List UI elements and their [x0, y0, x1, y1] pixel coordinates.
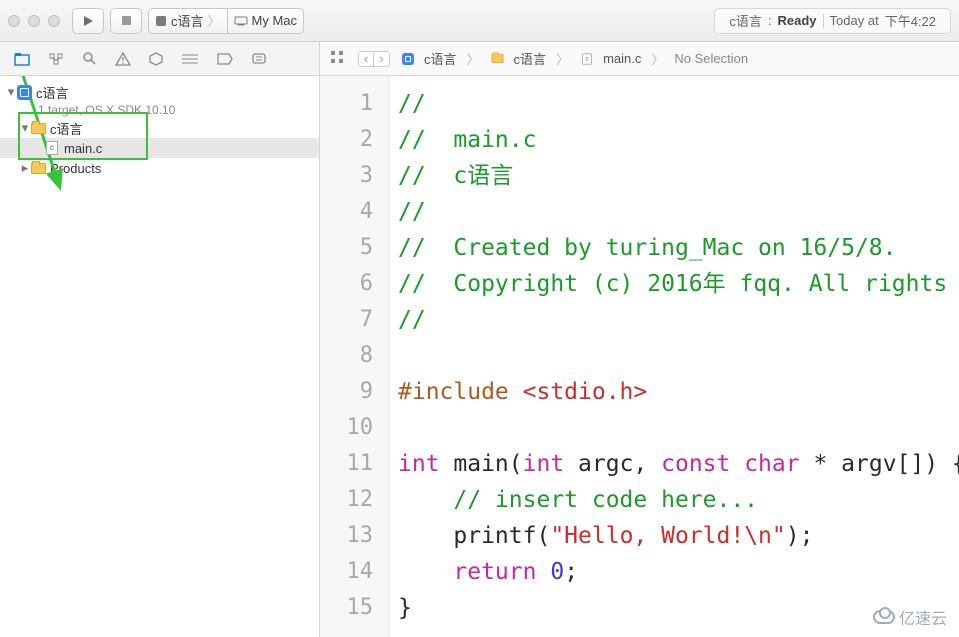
scheme-destination[interactable]: My Mac [228, 8, 305, 34]
find-navigator-tab[interactable] [82, 51, 97, 66]
forward-button[interactable]: › [374, 51, 390, 67]
jumpbar-folder[interactable]: c语言 [490, 49, 547, 68]
code-area[interactable]: //// main.c// c语言//// Created by turing_… [390, 76, 959, 637]
disclosure-triangle-icon[interactable]: ▾ [20, 120, 30, 136]
report-navigator-tab[interactable] [251, 52, 267, 65]
jumpbar-selection[interactable]: No Selection [674, 51, 748, 66]
jumpbar-selection-label: No Selection [674, 51, 748, 66]
jumpbar-project[interactable]: c语言 [400, 49, 457, 68]
history-nav: ‹ › [358, 51, 390, 67]
minimize-window-button[interactable] [28, 15, 40, 27]
tree-project-subtext: 1 target, OS X SDK 10.10 [0, 102, 319, 118]
window-controls [8, 15, 60, 27]
issue-navigator-tab[interactable] [115, 52, 131, 66]
status-project: c语言 [729, 11, 762, 30]
tree-project-label: c语言 [36, 83, 69, 102]
line-gutter: 123456789101112131415 [320, 76, 390, 637]
watermark: 亿速云 [873, 605, 947, 629]
status-time: 下午4:22 [885, 11, 936, 30]
jump-bar: ‹ › c语言 〉 c语言 〉 c main.c 〉 No Selection [320, 42, 959, 75]
watermark-text: 亿速云 [899, 605, 947, 629]
scheme-project-label: c语言 [171, 11, 204, 30]
scheme-destination-label: My Mac [252, 13, 298, 28]
tree-products-row[interactable]: ▸ Products [0, 158, 319, 178]
source-editor[interactable]: 123456789101112131415 //// main.c// c语言/… [320, 76, 959, 637]
jumpbar-file-label: main.c [603, 51, 641, 66]
file-tree: ▾ c语言 1 target, OS X SDK 10.10 ▾ c语言 c m… [0, 76, 319, 178]
tree-folder-label: c语言 [50, 119, 83, 138]
jumpbar-file[interactable]: c main.c [579, 51, 641, 66]
tree-project-row[interactable]: ▾ c语言 [0, 82, 319, 102]
related-items-icon[interactable] [330, 50, 344, 67]
project-navigator: ▾ c语言 1 target, OS X SDK 10.10 ▾ c语言 c m… [0, 76, 320, 637]
status-state: Ready [778, 13, 817, 28]
back-button[interactable]: ‹ [358, 51, 374, 67]
scheme-project[interactable]: c语言 〉 [148, 8, 228, 34]
status-time-prefix: Today at [830, 13, 879, 28]
jumpbar-project-label: c语言 [424, 49, 457, 68]
tree-folder-row[interactable]: ▾ c语言 [0, 118, 319, 138]
breakpoint-navigator-tab[interactable] [217, 53, 233, 65]
tree-products-label: Products [50, 161, 101, 176]
project-navigator-tab[interactable] [14, 52, 30, 66]
navigator-jumpbar: ‹ › c语言 〉 c语言 〉 c main.c 〉 No Selection [0, 42, 959, 76]
test-navigator-tab[interactable] [149, 52, 163, 66]
toolbar: c语言 〉 My Mac c语言: Ready Today at 下午4:22 [0, 0, 959, 42]
debug-navigator-tab[interactable] [181, 53, 199, 65]
navigator-tabs [0, 42, 320, 75]
symbol-navigator-tab[interactable] [48, 52, 64, 66]
jumpbar-folder-label: c语言 [514, 49, 547, 68]
tree-file-label: main.c [64, 141, 102, 156]
close-window-button[interactable] [8, 15, 20, 27]
scheme-selector[interactable]: c语言 〉 My Mac [148, 8, 304, 34]
main-split: ▾ c语言 1 target, OS X SDK 10.10 ▾ c语言 c m… [0, 76, 959, 637]
cloud-icon [873, 610, 895, 624]
tree-file-row[interactable]: c main.c [0, 138, 319, 158]
activity-status: c语言: Ready Today at 下午4:22 [714, 8, 951, 34]
zoom-window-button[interactable] [48, 15, 60, 27]
disclosure-triangle-icon[interactable]: ▸ [20, 160, 30, 176]
disclosure-triangle-icon[interactable]: ▾ [6, 84, 16, 100]
run-button[interactable] [72, 8, 104, 34]
stop-button[interactable] [110, 8, 142, 34]
